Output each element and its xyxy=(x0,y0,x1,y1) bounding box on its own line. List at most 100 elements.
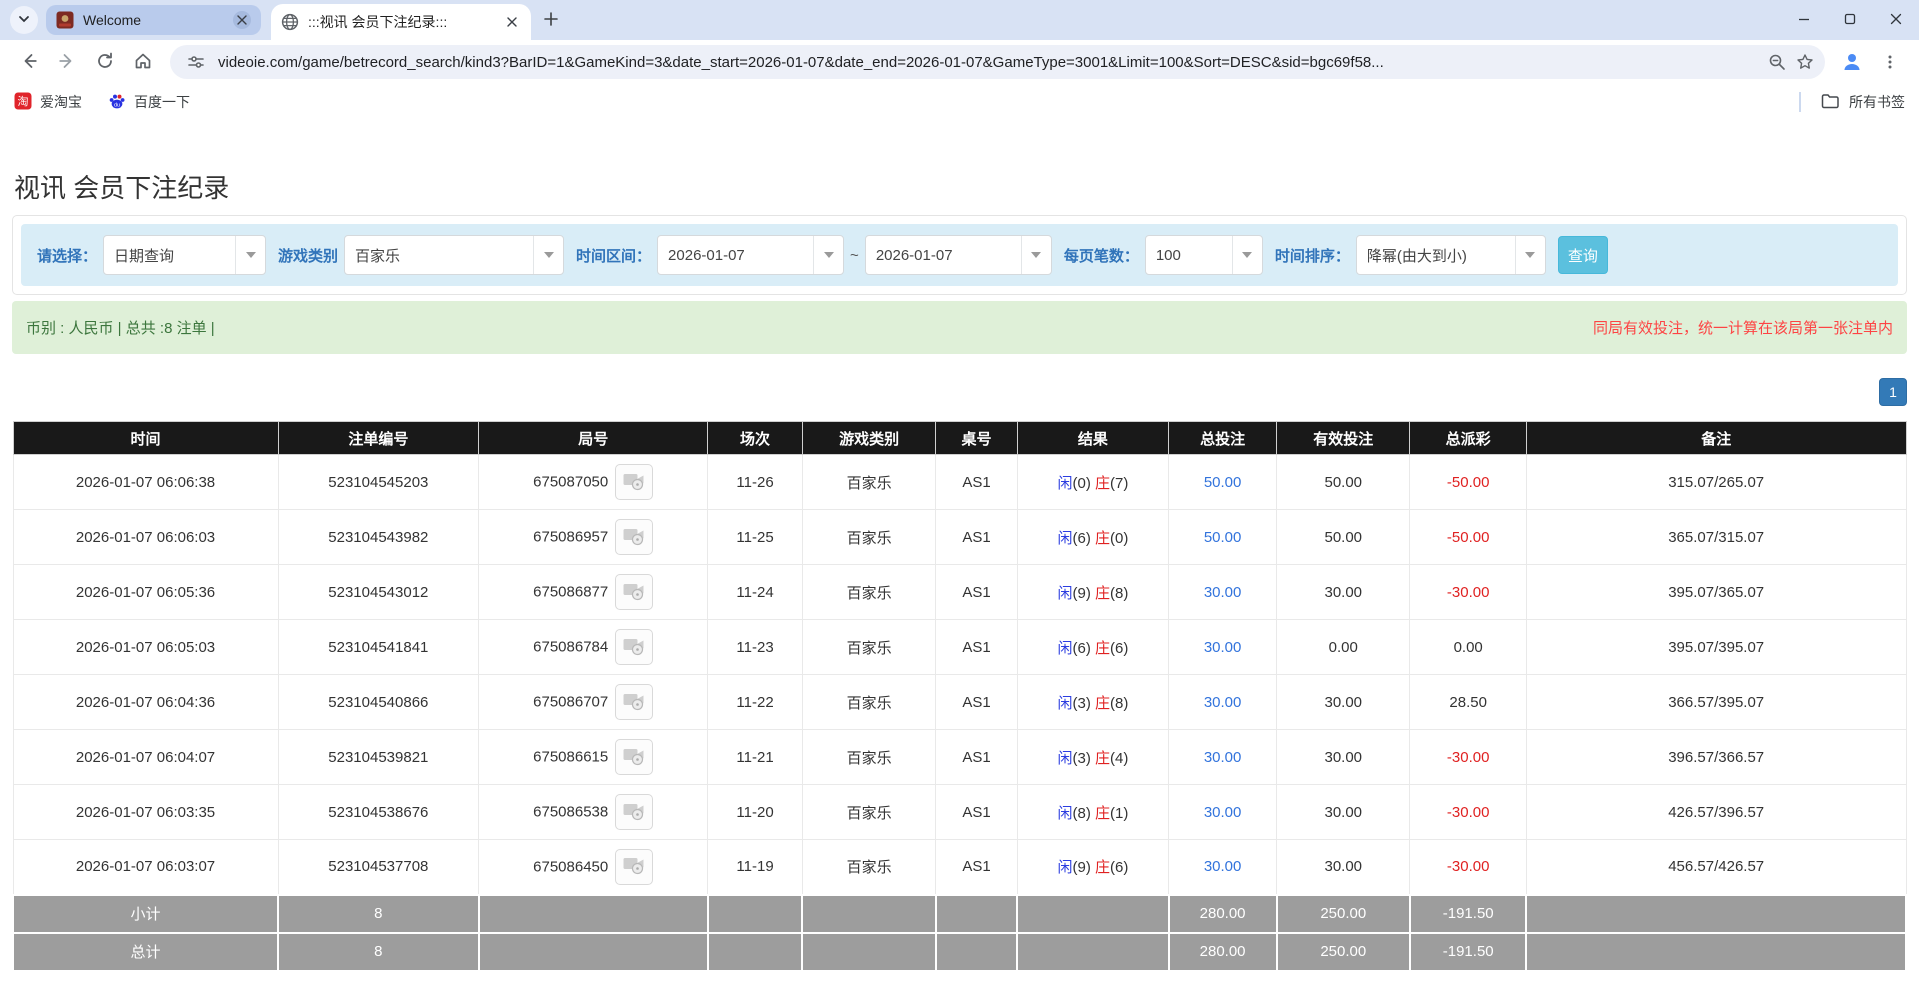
result-banker-label: 庄 xyxy=(1095,805,1110,822)
all-bookmarks[interactable]: 所有书签 xyxy=(1799,92,1905,112)
zoom-icon[interactable] xyxy=(1763,48,1791,76)
cell-remark: 315.07/265.07 xyxy=(1526,455,1906,510)
forward-button[interactable] xyxy=(50,45,84,79)
cell-table-no: AS1 xyxy=(936,785,1017,840)
cell-time: 2026-01-07 06:05:36 xyxy=(13,565,278,620)
cell-remark: 456.57/426.57 xyxy=(1526,840,1906,895)
bet-table-body: 2026-01-07 06:06:38523104545203675087050… xyxy=(13,455,1906,895)
menu-icon[interactable] xyxy=(1873,45,1907,79)
footer-remark xyxy=(1526,933,1906,971)
select-value: 100 xyxy=(1146,247,1232,264)
footer-payout: -191.50 xyxy=(1410,933,1526,971)
close-window-button[interactable] xyxy=(1873,0,1919,40)
video-replay-button[interactable] xyxy=(615,519,653,555)
baidu-paw-icon: du xyxy=(108,92,126,113)
profile-avatar[interactable] xyxy=(1835,45,1869,79)
table-row: 2026-01-07 06:03:35523104538676675086538… xyxy=(13,785,1906,840)
cell-payout: -30.00 xyxy=(1410,730,1526,785)
back-button[interactable] xyxy=(12,45,46,79)
select-type-label: 请选择： xyxy=(37,245,97,266)
video-replay-button[interactable] xyxy=(615,684,653,720)
video-replay-button[interactable] xyxy=(615,739,653,775)
footer-valid-bet: 250.00 xyxy=(1277,933,1410,971)
cell-total-bet: 50.00 xyxy=(1169,455,1277,510)
footer-round xyxy=(479,895,708,933)
game-kind-select[interactable]: 百家乐 xyxy=(344,235,564,275)
result-banker-label: 庄 xyxy=(1095,695,1110,712)
video-replay-button[interactable] xyxy=(615,849,653,885)
footer-payout: -191.50 xyxy=(1410,895,1526,933)
page-1-button[interactable]: 1 xyxy=(1879,378,1907,406)
tab-bet-record[interactable]: :::视讯 会员下注纪录::: xyxy=(271,4,531,40)
table-row: 2026-01-07 06:06:03523104543982675086957… xyxy=(13,510,1906,565)
result-player-label: 闲 xyxy=(1057,530,1072,547)
date-start-input[interactable]: 2026-01-07 xyxy=(657,235,844,275)
page-content: 视讯 会员下注纪录 请选择： 日期查询 游戏类别 百家乐 时间区间： 2026-… xyxy=(0,120,1919,985)
bookmark-baidu[interactable]: du 百度一下 xyxy=(108,92,190,113)
footer-valid-bet: 250.00 xyxy=(1277,895,1410,933)
table-row: 2026-01-07 06:05:03523104541841675086784… xyxy=(13,620,1906,675)
sort-select[interactable]: 降幂(由大到小) xyxy=(1356,235,1546,275)
cell-bet-id: 523104541841 xyxy=(278,620,479,675)
minimize-icon xyxy=(1798,13,1810,28)
maximize-button[interactable] xyxy=(1827,0,1873,40)
date-end-input[interactable]: 2026-01-07 xyxy=(865,235,1052,275)
table-row: 2026-01-07 06:03:07523104537708675086450… xyxy=(13,840,1906,895)
cell-total-bet: 30.00 xyxy=(1169,785,1277,840)
tab-close-button[interactable] xyxy=(233,11,251,29)
home-icon xyxy=(133,51,153,74)
casino-logo-icon xyxy=(56,11,74,29)
result-player-label: 闲 xyxy=(1057,475,1072,492)
video-replay-button[interactable] xyxy=(615,574,653,610)
cell-time: 2026-01-07 06:06:03 xyxy=(13,510,278,565)
window-controls xyxy=(1781,0,1919,40)
cell-session: 11-22 xyxy=(708,675,803,730)
cell-bet-id: 523104539821 xyxy=(278,730,479,785)
bookmark-taobao[interactable]: 淘 爱淘宝 xyxy=(14,92,82,113)
video-replay-icon xyxy=(623,801,645,824)
cell-time: 2026-01-07 06:03:07 xyxy=(13,840,278,895)
footer-result xyxy=(1017,895,1168,933)
footer-game xyxy=(802,933,935,971)
cell-remark: 395.07/365.07 xyxy=(1526,565,1906,620)
summary-bar: 币别 : 人民币 | 总共 :8 注单 | 同局有效投注，统一计算在该局第一张注… xyxy=(12,301,1907,354)
video-replay-button[interactable] xyxy=(615,464,653,500)
query-type-select[interactable]: 日期查询 xyxy=(103,235,266,275)
search-button[interactable]: 查询 xyxy=(1558,236,1608,274)
table-row: 2026-01-07 06:04:07523104539821675086615… xyxy=(13,730,1906,785)
caret-down-icon xyxy=(1021,236,1051,274)
cell-result: 闲(0) 庄(7) xyxy=(1017,455,1168,510)
video-replay-button[interactable] xyxy=(615,629,653,665)
cell-round: 675086877 xyxy=(479,565,708,620)
per-page-select[interactable]: 100 xyxy=(1145,235,1263,275)
site-info-icon[interactable] xyxy=(182,48,210,76)
svg-text:淘: 淘 xyxy=(18,95,29,108)
tab-close-button[interactable] xyxy=(503,13,521,31)
col-total-bet: 总投注 xyxy=(1169,422,1277,455)
bookmark-star-icon[interactable] xyxy=(1791,48,1819,76)
address-bar[interactable]: videoie.com/game/betrecord_search/kind3?… xyxy=(170,45,1825,79)
cell-game-kind: 百家乐 xyxy=(802,565,935,620)
cell-valid-bet: 50.00 xyxy=(1277,455,1410,510)
result-player-label: 闲 xyxy=(1057,640,1072,657)
video-replay-button[interactable] xyxy=(615,794,653,830)
home-button[interactable] xyxy=(126,45,160,79)
tab-welcome[interactable]: Welcome xyxy=(46,5,261,35)
close-icon xyxy=(507,15,517,30)
tab-search-button[interactable] xyxy=(10,6,38,34)
cell-remark: 395.07/395.07 xyxy=(1526,620,1906,675)
cell-session: 11-19 xyxy=(708,840,803,895)
col-time: 时间 xyxy=(13,422,278,455)
col-valid-bet: 有效投注 xyxy=(1277,422,1410,455)
bet-table-footer: 小计8280.00250.00-191.50总计8280.00250.00-19… xyxy=(13,895,1906,971)
footer-total-bet: 280.00 xyxy=(1169,895,1277,933)
tab-title: :::视讯 会员下注纪录::: xyxy=(308,12,503,32)
filter-panel: 请选择： 日期查询 游戏类别 百家乐 时间区间： 2026-01-07 ~ xyxy=(12,215,1907,295)
all-bookmarks-label: 所有书签 xyxy=(1849,92,1905,112)
cell-round: 675086615 xyxy=(479,730,708,785)
bet-record-table: 时间 注单编号 局号 场次 游戏类别 桌号 结果 总投注 有效投注 总派彩 备注… xyxy=(12,421,1907,972)
minimize-button[interactable] xyxy=(1781,0,1827,40)
new-tab-button[interactable] xyxy=(537,6,565,34)
currency-summary: 币别 : 人民币 | 总共 :8 注单 | xyxy=(26,317,215,338)
reload-button[interactable] xyxy=(88,45,122,79)
